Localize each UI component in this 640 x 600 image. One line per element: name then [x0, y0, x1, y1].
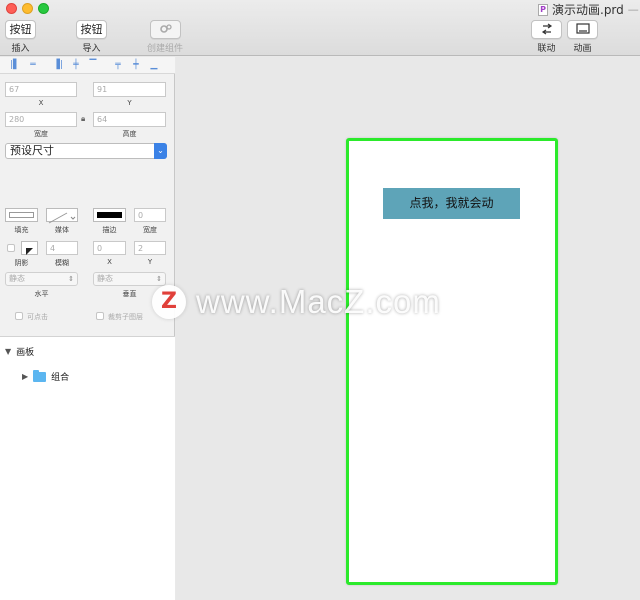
disclosure-open-icon[interactable]: ▼ [5, 347, 11, 356]
y-label: Y [127, 99, 132, 107]
clickable-label: 可点击 [27, 313, 48, 321]
width-label: 宽度 [34, 130, 48, 138]
artboard[interactable]: 点我，我就会动 [346, 138, 558, 585]
align-toolbar: |▌ ═ ▐| ╪ ▔ ╤ ┿ ▁ [0, 57, 175, 74]
stroke-swatch[interactable] [93, 208, 126, 222]
align-bottom-icon[interactable]: ▁ [148, 60, 160, 71]
x-field[interactable]: 67 [5, 82, 77, 97]
vertical-label: 垂直 [122, 290, 137, 298]
shadow-y-label: Y [147, 258, 153, 266]
vertical-constraint-select[interactable]: 静态 ⇕ [93, 272, 166, 286]
media-none-icon [48, 212, 76, 224]
height-label: 高度 [122, 130, 137, 138]
preset-size-value: 预设尺寸 [10, 144, 54, 157]
shadow-label: 阴影 [14, 259, 29, 267]
shadow-x-label: X [107, 258, 112, 266]
media-label: 媒体 [55, 226, 69, 234]
fill-label: 填充 [14, 226, 29, 234]
animation-button[interactable] [567, 20, 598, 39]
updown-chevron-icon: ⇕ [68, 275, 74, 283]
shadow-x-field[interactable]: 0 [93, 241, 126, 255]
fill-swatch[interactable] [5, 208, 38, 222]
horizontal-label: 水平 [34, 290, 49, 298]
layer-group-label: 组合 [51, 373, 70, 383]
window-title-tail: — E [627, 3, 640, 16]
create-component-button[interactable] [150, 20, 181, 39]
link-icon [541, 23, 552, 35]
clip-children-checkbox[interactable] [96, 312, 104, 320]
stroke-width-field[interactable]: 0 [134, 208, 166, 222]
close-window-button[interactable] [6, 3, 17, 14]
horizontal-constraint-select[interactable]: 静态 ⇕ [5, 272, 78, 286]
layers-panel: ▼ 画板 ▶ 组合 [0, 336, 175, 600]
clip-children-label: 裁剪子图层 [108, 313, 143, 321]
blur-field[interactable]: 4 [46, 241, 78, 255]
chevron-down-icon: ⌄ [154, 143, 167, 159]
folder-icon [33, 369, 47, 382]
vertical-constraint-value: 静态 [97, 274, 113, 283]
minimize-window-button[interactable] [22, 3, 33, 14]
preset-size-select[interactable]: 预设尺寸 ⌄ [5, 143, 167, 159]
y-field[interactable]: 91 [93, 82, 166, 97]
align-middle-icon[interactable]: ╤ [112, 60, 124, 71]
align-center-h-icon[interactable]: ═ [27, 60, 39, 71]
shadow-checkbox[interactable] [7, 244, 15, 252]
zoom-window-button[interactable] [38, 3, 49, 14]
align-right-icon[interactable]: ▐| [52, 60, 64, 71]
align-left-icon[interactable]: |▌ [9, 60, 21, 71]
stroke-width-label: 宽度 [143, 226, 157, 234]
inspector-panel: |▌ ═ ▐| ╪ ▔ ╤ ┿ ▁ 67 X 91 Y 280 宽度 🔒︎ 64… [0, 57, 175, 600]
demo-button[interactable]: 点我，我就会动 [383, 188, 520, 219]
fill-preview [9, 212, 34, 218]
toolbar: P 演示动画.prd — E 按钮 插入 按钮 导入 创建组件 联动 动画 [0, 0, 640, 56]
layer-group[interactable]: ▶ 组合 [22, 369, 70, 383]
lock-icon[interactable]: 🔒︎ [81, 114, 85, 124]
window-title-text: 演示动画.prd [552, 3, 624, 17]
window-title: P 演示动画.prd — E [538, 1, 640, 18]
animation-icon [575, 23, 590, 34]
x-label: X [38, 99, 44, 107]
layer-artboard-label: 画板 [16, 348, 35, 358]
horizontal-constraint-value: 静态 [9, 274, 25, 283]
stroke-label: 描边 [102, 226, 117, 234]
insert-button[interactable]: 按钮 [5, 20, 36, 39]
align-top-icon[interactable]: ▔ [87, 60, 99, 71]
shadow-preview-icon [26, 248, 33, 255]
distribute-h-icon[interactable]: ╪ [70, 60, 82, 71]
import-label: 导入 [82, 44, 101, 54]
shadow-swatch[interactable] [21, 241, 38, 255]
shadow-y-field[interactable]: 2 [134, 241, 166, 255]
blur-label: 模糊 [55, 259, 69, 267]
updown-chevron-icon: ⇕ [156, 275, 162, 283]
link-button[interactable] [531, 20, 562, 39]
animation-label: 动画 [573, 44, 592, 54]
clickable-checkbox[interactable] [15, 312, 23, 320]
layer-artboard[interactable]: ▼ 画板 [5, 345, 34, 358]
width-field[interactable]: 280 [5, 112, 77, 127]
create-component-label: 创建组件 [146, 44, 183, 54]
design-canvas[interactable]: 点我，我就会动 [176, 57, 640, 600]
import-button[interactable]: 按钮 [76, 20, 107, 39]
disclosure-closed-icon[interactable]: ▶ [22, 372, 28, 381]
insert-label: 插入 [11, 44, 30, 54]
media-swatch[interactable] [46, 208, 78, 224]
height-field[interactable]: 64 [93, 112, 166, 127]
align-center-v-icon[interactable]: ┿ [130, 60, 142, 71]
link-label: 联动 [537, 44, 556, 54]
document-icon: P [538, 3, 548, 16]
stroke-preview [97, 212, 122, 218]
gear-icon [159, 24, 172, 33]
